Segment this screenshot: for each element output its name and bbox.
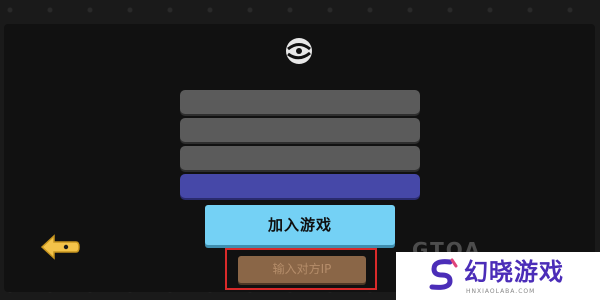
join-game-button[interactable]: 加入游戏 [205,205,395,245]
input-field-1[interactable] [180,90,420,114]
watermark-title: 幻晓游戏 [464,258,564,286]
name-input-field[interactable] [180,174,420,198]
swirl-logo-icon [286,38,312,64]
s-brand-icon [429,258,458,290]
back-arrow-icon[interactable] [40,232,80,262]
watermark-url: HNXIAOLABA.COM [466,288,536,295]
input-field-3[interactable] [180,146,420,170]
input-field-2[interactable] [180,118,420,142]
watermark-banner: 幻晓游戏 HNXIAOLABA.COM [396,252,600,300]
enter-ip-button[interactable]: 输入对方IP [238,256,366,283]
